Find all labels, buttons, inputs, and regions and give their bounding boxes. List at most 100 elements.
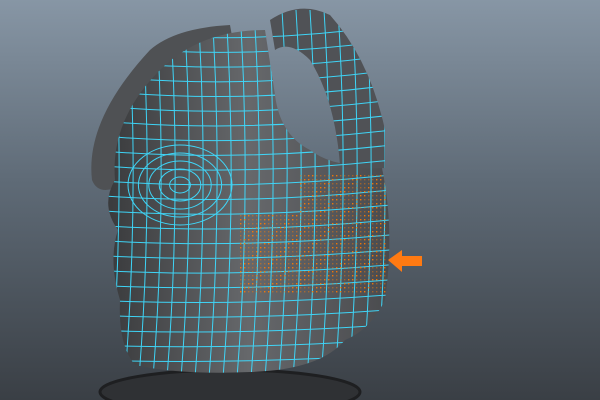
face-dot [252, 247, 254, 249]
face-dot [296, 223, 298, 225]
face-dot [264, 223, 266, 225]
face-dot [324, 183, 326, 185]
face-dot [312, 191, 314, 193]
face-dot [312, 203, 314, 205]
face-dot [368, 183, 370, 185]
face-dot [316, 211, 318, 213]
face-dot [256, 251, 258, 253]
face-dot [344, 263, 346, 265]
face-dot [328, 187, 330, 189]
face-dot [268, 223, 270, 225]
face-dot [252, 267, 254, 269]
face-dot [312, 283, 314, 285]
face-dot [364, 287, 366, 289]
face-dot [364, 195, 366, 197]
face-dot [272, 267, 274, 269]
face-dot [264, 283, 266, 285]
face-dot [276, 279, 278, 281]
face-dot [304, 235, 306, 237]
face-dot [276, 275, 278, 277]
face-dot [264, 227, 266, 229]
face-dot [308, 207, 310, 209]
face-dot [316, 247, 318, 249]
face-dot [372, 251, 374, 253]
3d-viewport[interactable] [0, 0, 600, 400]
face-dot [336, 279, 338, 281]
face-dot [348, 235, 350, 237]
face-dot [268, 227, 270, 229]
face-dot [364, 207, 366, 209]
face-dot [324, 215, 326, 217]
face-dot [356, 199, 358, 201]
face-dot [244, 267, 246, 269]
face-dot [336, 179, 338, 181]
face-dot [376, 267, 378, 269]
face-dot [296, 275, 298, 277]
face-dot [252, 291, 254, 293]
face-dot [296, 263, 298, 265]
face-dot [300, 283, 302, 285]
face-dot [304, 283, 306, 285]
face-dot [312, 179, 314, 181]
face-dot [264, 271, 266, 273]
face-dot [316, 243, 318, 245]
face-dot [332, 207, 334, 209]
face-dot [252, 235, 254, 237]
face-dot [268, 251, 270, 253]
face-dot [336, 223, 338, 225]
face-dot [364, 231, 366, 233]
face-dot [292, 243, 294, 245]
face-dot [316, 287, 318, 289]
face-dot [312, 183, 314, 185]
face-dot [300, 223, 302, 225]
face-dot [380, 207, 382, 209]
face-dot [244, 287, 246, 289]
face-dot [352, 195, 354, 197]
face-dot [276, 235, 278, 237]
face-dot [284, 251, 286, 253]
face-dot [320, 187, 322, 189]
face-dot [280, 223, 282, 225]
face-dot [360, 275, 362, 277]
face-dot [312, 279, 314, 281]
face-dot [320, 179, 322, 181]
face-dot [376, 183, 378, 185]
face-dot [340, 235, 342, 237]
face-dot [328, 255, 330, 257]
face-dot [272, 255, 274, 257]
face-dot [352, 215, 354, 217]
face-dot [312, 247, 314, 249]
face-dot [360, 239, 362, 241]
face-dot [352, 243, 354, 245]
face-dot [360, 255, 362, 257]
face-dot [284, 247, 286, 249]
face-dot [344, 223, 346, 225]
face-dot [352, 223, 354, 225]
face-dot [368, 231, 370, 233]
face-dot [248, 227, 250, 229]
face-dot [332, 231, 334, 233]
face-dot [320, 267, 322, 269]
face-dot [344, 203, 346, 205]
face-dot [376, 187, 378, 189]
face-dot [288, 223, 290, 225]
face-dot [380, 263, 382, 265]
face-dot [328, 247, 330, 249]
face-dot [372, 275, 374, 277]
face-dot [256, 279, 258, 281]
viewport-canvas[interactable] [0, 0, 600, 400]
face-dot [280, 239, 282, 241]
face-dot [300, 255, 302, 257]
face-dot [348, 203, 350, 205]
face-dot [308, 195, 310, 197]
face-dot [244, 259, 246, 261]
face-dot [248, 239, 250, 241]
face-dot [320, 239, 322, 241]
face-dot [356, 231, 358, 233]
face-dot [328, 223, 330, 225]
face-dot [340, 175, 342, 177]
face-dot [244, 231, 246, 233]
face-dot [352, 191, 354, 193]
face-dot [324, 227, 326, 229]
face-dot [348, 195, 350, 197]
